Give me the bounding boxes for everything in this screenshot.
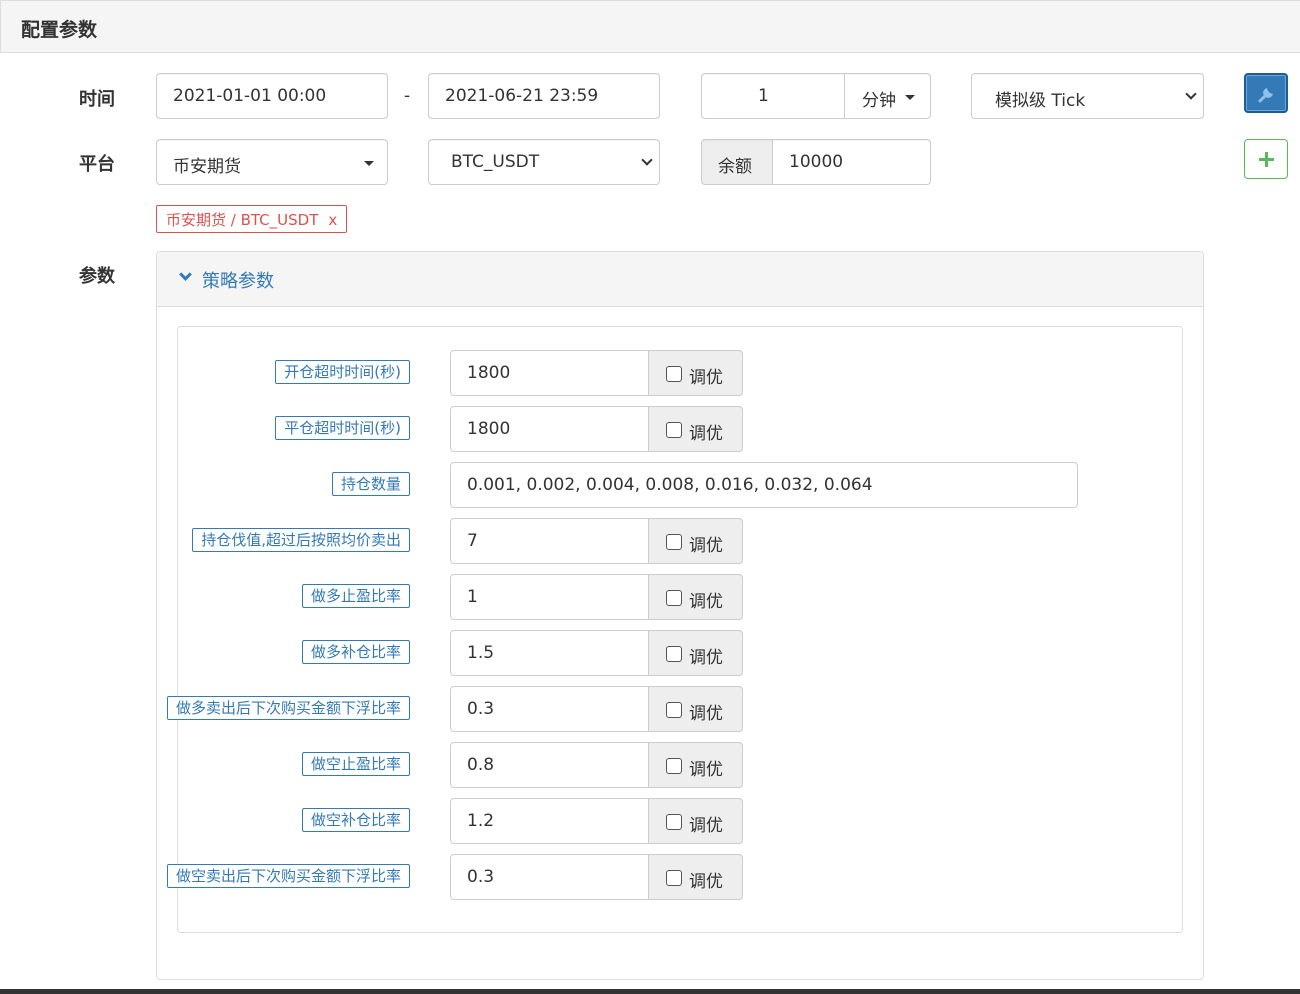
platform-label: 平台 <box>79 154 115 175</box>
param-input[interactable]: 1.5 <box>450 630 649 676</box>
tune-addon: 调优 <box>648 350 743 396</box>
tune-checkbox[interactable] <box>666 534 682 550</box>
param-value: 7 <box>467 531 478 551</box>
tune-addon: 调优 <box>648 854 743 900</box>
tag-close-icon[interactable]: x <box>328 211 337 229</box>
period-input[interactable]: 1 <box>701 73 845 119</box>
period-value: 1 <box>758 86 769 106</box>
tune-checkbox[interactable] <box>666 646 682 662</box>
tune-label: 调优 <box>689 536 723 556</box>
start-time-input[interactable]: 2021-01-01 00:00 <box>156 73 388 119</box>
param-label: 平仓超时时间(秒) <box>275 416 410 440</box>
param-label: 开仓超时时间(秒) <box>275 360 410 384</box>
param-label: 做空补仓比率 <box>301 808 410 832</box>
caret-down-icon <box>364 161 374 166</box>
page-title: 配置参数 <box>21 19 98 41</box>
param-input[interactable]: 0.8 <box>450 742 649 788</box>
time-label: 时间 <box>79 89 115 110</box>
tune-label: 调优 <box>689 592 723 612</box>
chevron-down-icon <box>641 154 653 166</box>
param-value: 0.001, 0.002, 0.004, 0.008, 0.016, 0.032… <box>467 475 873 495</box>
params-label: 参数 <box>79 266 115 287</box>
param-value: 0.8 <box>467 755 495 775</box>
tune-checkbox[interactable] <box>666 590 682 606</box>
param-label: 做空卖出后下次购买金额下浮比率 <box>166 864 410 888</box>
tune-addon: 调优 <box>648 742 743 788</box>
tune-label: 调优 <box>689 760 723 780</box>
chevron-down-icon <box>179 268 192 281</box>
tune-checkbox[interactable] <box>666 870 682 886</box>
tune-label: 调优 <box>689 368 723 388</box>
time-range-separator: - <box>404 86 411 106</box>
param-value: 0.3 <box>467 699 495 719</box>
tune-checkbox[interactable] <box>666 422 682 438</box>
wrench-icon <box>1258 88 1273 103</box>
param-value: 1800 <box>467 419 511 439</box>
chevron-down-icon <box>1185 88 1197 100</box>
period-unit-dropdown[interactable]: 分钟 <box>844 73 931 119</box>
param-value: 1800 <box>467 363 511 383</box>
param-input[interactable]: 0.3 <box>450 854 649 900</box>
param-input[interactable]: 1800 <box>450 406 649 452</box>
tune-label: 调优 <box>689 704 723 724</box>
tune-addon: 调优 <box>648 574 743 620</box>
tune-addon: 调优 <box>648 630 743 676</box>
tune-addon: 调优 <box>648 406 743 452</box>
pair-select[interactable]: BTC_USDT <box>428 139 660 185</box>
tune-checkbox[interactable] <box>666 758 682 774</box>
param-label: 做多补仓比率 <box>301 640 410 664</box>
param-input[interactable]: 1.2 <box>450 798 649 844</box>
exchange-value: 币安期货 <box>173 157 241 177</box>
add-platform-button[interactable] <box>1244 139 1288 179</box>
balance-input[interactable]: 10000 <box>772 139 931 185</box>
param-input[interactable]: 1800 <box>450 350 649 396</box>
balance-addon: 余额 <box>701 139 773 185</box>
balance-value: 10000 <box>789 152 844 172</box>
tune-checkbox[interactable] <box>666 814 682 830</box>
end-time-value: 2021-06-21 23:59 <box>445 86 599 106</box>
caret-down-icon <box>905 95 915 100</box>
balance-label: 余额 <box>718 157 752 177</box>
tune-label: 调优 <box>689 424 723 444</box>
tune-label: 调优 <box>689 816 723 836</box>
param-value: 1.2 <box>467 811 495 831</box>
param-label: 做多止盈比率 <box>301 584 410 608</box>
platform-tag: 币安期货 / BTC_USDT x <box>156 205 348 233</box>
end-time-input[interactable]: 2021-06-21 23:59 <box>428 73 660 119</box>
tune-checkbox[interactable] <box>666 366 682 382</box>
param-label: 持仓数量 <box>331 472 410 496</box>
tune-addon: 调优 <box>648 798 743 844</box>
platform-tag-label: 币安期货 / BTC_USDT <box>166 211 319 229</box>
config-panel-header: 配置参数 <box>0 0 1300 53</box>
strategy-params-title: 策略参数 <box>202 271 274 292</box>
param-label: 做多卖出后下次购买金额下浮比率 <box>166 696 410 720</box>
tune-checkbox[interactable] <box>666 702 682 718</box>
param-input[interactable]: 1 <box>450 574 649 620</box>
strategy-params-toggle[interactable]: 策略参数 <box>157 252 1203 307</box>
exchange-dropdown[interactable]: 币安期货 <box>156 139 388 185</box>
param-value: 1 <box>467 587 478 607</box>
param-value: 0.3 <box>467 867 495 887</box>
tick-mode-value: 模拟级 Tick <box>995 91 1086 111</box>
param-value: 1.5 <box>467 643 495 663</box>
bottom-edge <box>0 989 1300 994</box>
tune-addon: 调优 <box>648 686 743 732</box>
period-unit-label: 分钟 <box>862 91 896 111</box>
tick-mode-select[interactable]: 模拟级 Tick <box>971 73 1204 119</box>
param-label: 持仓伐值,超过后按照均价卖出 <box>192 528 410 552</box>
param-input[interactable]: 7 <box>450 518 649 564</box>
tune-label: 调优 <box>689 648 723 668</box>
start-time-value: 2021-01-01 00:00 <box>173 86 327 106</box>
pair-value: BTC_USDT <box>451 152 540 172</box>
tune-addon: 调优 <box>648 518 743 564</box>
wrench-button[interactable] <box>1244 73 1288 113</box>
param-label: 做空止盈比率 <box>301 752 410 776</box>
tune-label: 调优 <box>689 872 723 892</box>
param-input[interactable]: 0.001, 0.002, 0.004, 0.008, 0.016, 0.032… <box>450 462 1078 508</box>
param-input[interactable]: 0.3 <box>450 686 649 732</box>
